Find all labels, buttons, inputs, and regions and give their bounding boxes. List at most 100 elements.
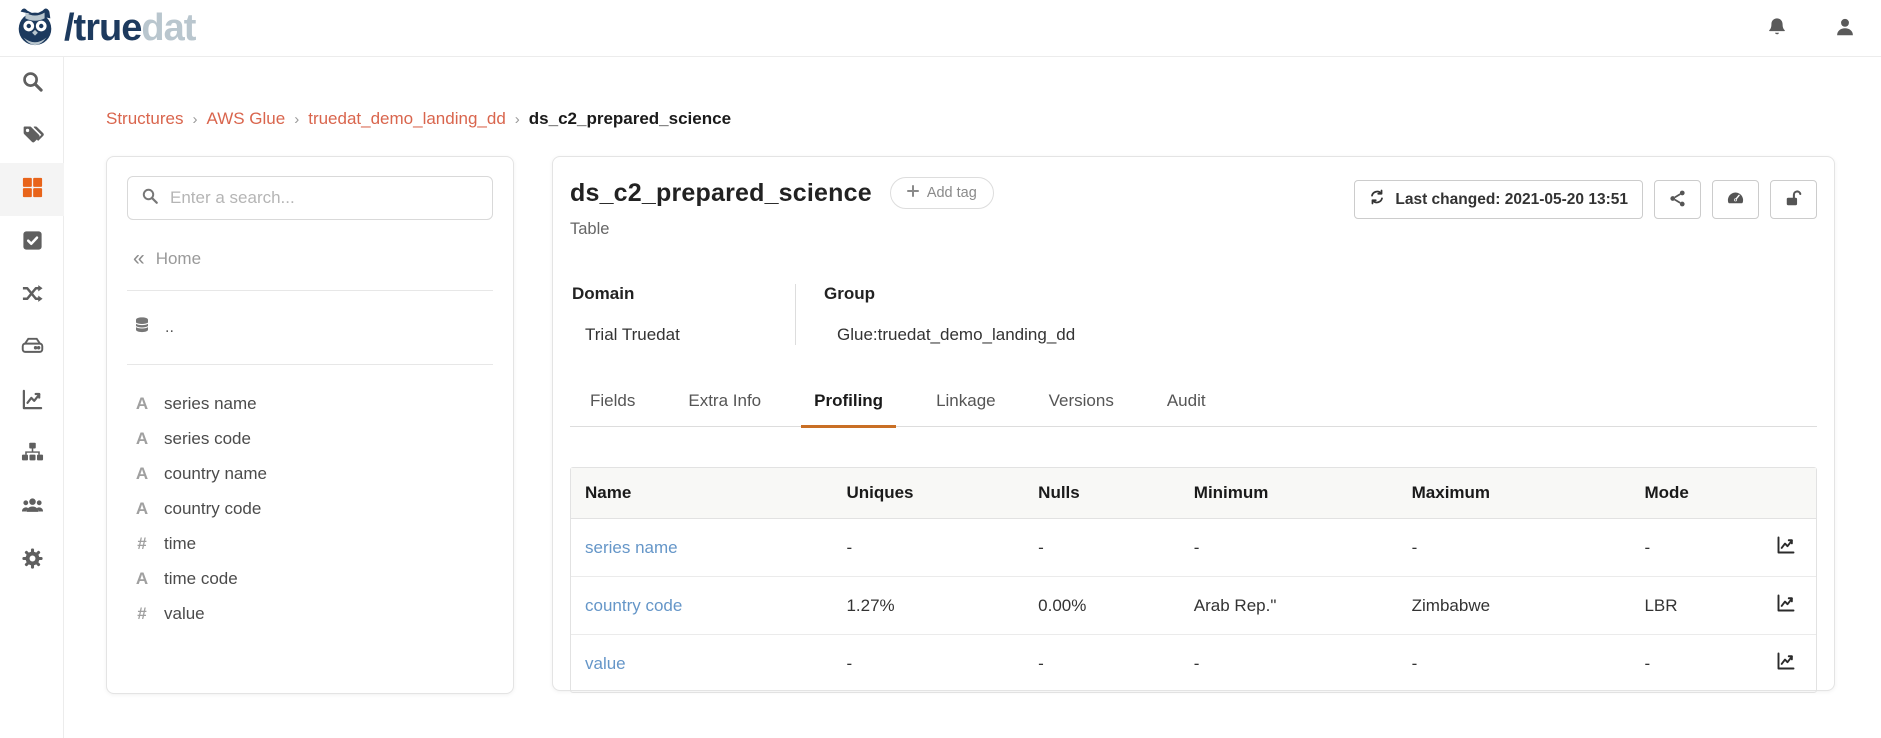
cell-mode: - <box>1630 519 1759 577</box>
sidebar-item-systems[interactable] <box>0 322 64 375</box>
profile-chart-icon[interactable] <box>1776 598 1796 617</box>
sidebar <box>0 57 64 738</box>
column-header-name: Name <box>571 468 832 519</box>
plus-icon <box>907 185 919 201</box>
tab-fields[interactable]: Fields <box>587 391 638 426</box>
tab-profiling[interactable]: Profiling <box>811 391 886 426</box>
notifications-button[interactable] <box>1763 14 1791 42</box>
cell-nulls: 0.00% <box>1024 577 1180 635</box>
tags-icon <box>21 123 44 151</box>
parent-structure-item[interactable]: .. <box>133 316 493 339</box>
detail-tabs: Fields Extra Info Profiling Linkage Vers… <box>570 391 1817 427</box>
group-label: Group <box>824 284 1075 304</box>
divider <box>127 364 493 365</box>
sidebar-item-search[interactable] <box>0 57 64 110</box>
home-nav-item[interactable]: « Home <box>133 248 493 269</box>
page-title: ds_c2_prepared_science <box>570 179 872 208</box>
column-header-minimum: Minimum <box>1180 468 1398 519</box>
cell-mode: - <box>1630 635 1759 693</box>
users-icon <box>21 494 44 522</box>
chevron-double-left-icon: « <box>133 248 143 269</box>
sidebar-item-settings[interactable] <box>0 534 64 587</box>
cell-maximum: - <box>1398 635 1631 693</box>
last-changed-button[interactable]: Last changed: 2021-05-20 13:51 <box>1354 180 1643 219</box>
home-label: Home <box>156 249 201 269</box>
search-icon <box>141 187 159 210</box>
cell-mode: LBR <box>1630 577 1759 635</box>
tab-versions[interactable]: Versions <box>1046 391 1117 426</box>
field-item-country-name[interactable]: A country name <box>127 456 493 491</box>
dashboard-icon <box>1726 189 1745 211</box>
server-icon <box>21 335 44 363</box>
add-tag-label: Add tag <box>927 185 977 201</box>
tab-linkage[interactable]: Linkage <box>933 391 999 426</box>
breadcrumb-separator: › <box>294 111 299 128</box>
shuffle-icon <box>21 282 44 310</box>
field-item-time-code[interactable]: A time code <box>127 561 493 596</box>
structure-type-label: Table <box>570 220 994 239</box>
logo-wordmark: /truedat <box>64 9 195 47</box>
structure-detail-panel: ds_c2_prepared_science Add tag Table <box>552 156 1835 691</box>
grid-icon <box>21 176 44 204</box>
cell-minimum: - <box>1180 635 1398 693</box>
profile-chart-icon[interactable] <box>1776 656 1796 675</box>
table-header-row: Name Uniques Nulls Minimum Maximum Mode <box>571 468 1816 519</box>
breadcrumb-separator: › <box>192 111 197 128</box>
tab-audit[interactable]: Audit <box>1164 391 1209 426</box>
cell-uniques: 1.27% <box>832 577 1024 635</box>
gear-icon <box>21 547 44 575</box>
field-item-value[interactable]: # value <box>127 596 493 631</box>
search-input[interactable] <box>170 188 479 208</box>
field-label: time <box>164 534 196 554</box>
quality-dashboard-button[interactable] <box>1712 180 1759 219</box>
add-tag-button[interactable]: Add tag <box>890 177 994 209</box>
field-item-country-code[interactable]: A country code <box>127 491 493 526</box>
field-link[interactable]: value <box>585 654 626 673</box>
sidebar-item-tags[interactable] <box>0 110 64 163</box>
field-item-series-code[interactable]: A series code <box>127 421 493 456</box>
cell-maximum: Zimbabwe <box>1398 577 1631 635</box>
breadcrumb-link-aws-glue[interactable]: AWS Glue <box>206 109 285 129</box>
cell-maximum: - <box>1398 519 1631 577</box>
string-type-icon: A <box>133 499 151 519</box>
sidebar-item-dashboards[interactable] <box>0 375 64 428</box>
tab-extra-info[interactable]: Extra Info <box>685 391 764 426</box>
last-changed-label: Last changed: 2021-05-20 13:51 <box>1395 191 1628 209</box>
permissions-button[interactable] <box>1770 180 1817 219</box>
user-menu-button[interactable] <box>1831 14 1859 42</box>
database-icon <box>133 316 151 339</box>
table-row: value - - - - - <box>571 635 1816 693</box>
owl-logo-icon <box>12 3 58 54</box>
breadcrumb-link-group[interactable]: truedat_demo_landing_dd <box>308 109 506 129</box>
structure-nav-panel: « Home .. A series name <box>106 156 514 694</box>
column-header-uniques: Uniques <box>832 468 1024 519</box>
cell-minimum: - <box>1180 519 1398 577</box>
field-label: value <box>164 604 205 624</box>
sidebar-item-taxonomy[interactable] <box>0 428 64 481</box>
field-item-time[interactable]: # time <box>127 526 493 561</box>
search-box <box>127 176 493 220</box>
string-type-icon: A <box>133 429 151 449</box>
field-label: country code <box>164 499 261 519</box>
breadcrumb-current: ds_c2_prepared_science <box>529 109 731 129</box>
sidebar-item-users[interactable] <box>0 481 64 534</box>
share-button[interactable] <box>1654 180 1701 219</box>
sidebar-item-structures[interactable] <box>0 163 64 216</box>
field-link[interactable]: series name <box>585 538 678 557</box>
user-icon <box>1834 16 1856 41</box>
profile-chart-icon[interactable] <box>1776 540 1796 559</box>
column-header-nulls: Nulls <box>1024 468 1180 519</box>
app-logo[interactable]: /truedat <box>12 3 195 54</box>
search-icon <box>21 70 44 98</box>
refresh-icon <box>1369 189 1385 210</box>
sidebar-item-rules[interactable] <box>0 216 64 269</box>
sidebar-item-lineage[interactable] <box>0 269 64 322</box>
breadcrumb: Structures › AWS Glue › truedat_demo_lan… <box>64 57 1881 129</box>
domain-label: Domain <box>572 284 755 304</box>
profiling-table: Name Uniques Nulls Minimum Maximum Mode … <box>570 467 1817 693</box>
field-label: series code <box>164 429 251 449</box>
field-link[interactable]: country code <box>585 596 682 615</box>
topbar: /truedat <box>0 0 1881 57</box>
breadcrumb-link-structures[interactable]: Structures <box>106 109 183 129</box>
field-item-series-name[interactable]: A series name <box>127 386 493 421</box>
